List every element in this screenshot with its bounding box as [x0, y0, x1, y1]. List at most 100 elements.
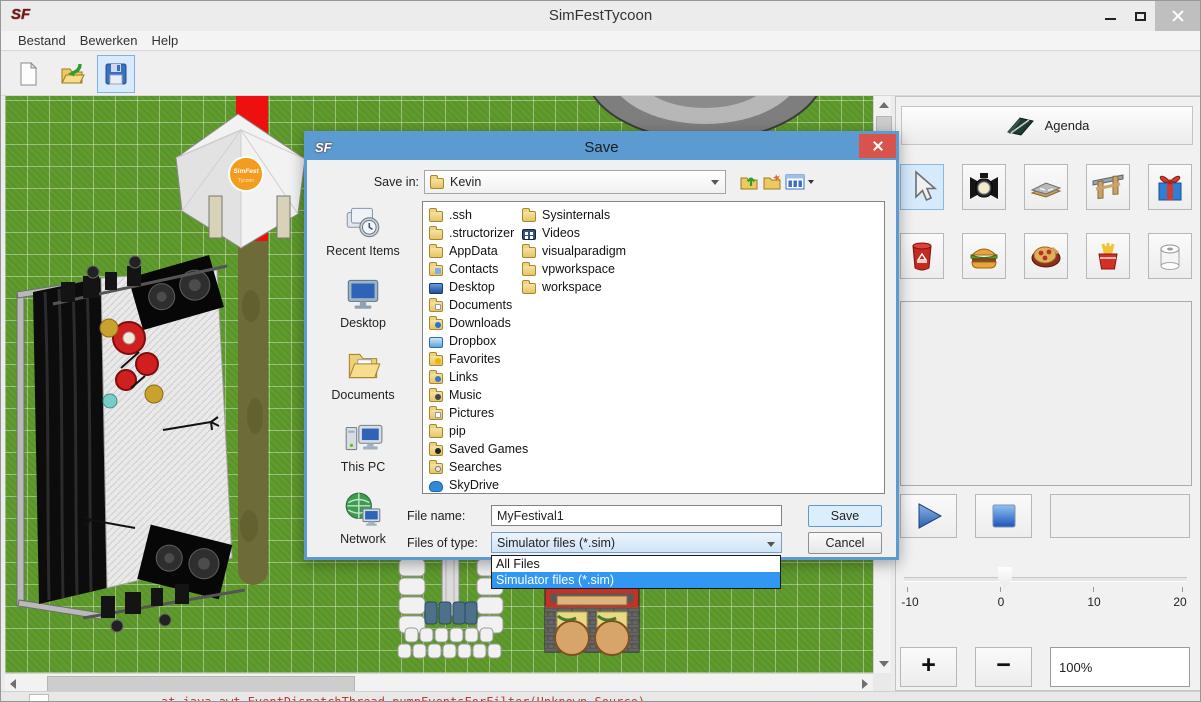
view-menu-icon [785, 172, 815, 192]
place-this-pc[interactable]: This PC [313, 412, 413, 479]
tool-wooden-gate[interactable] [1086, 164, 1130, 210]
new-folder-button[interactable] [762, 172, 782, 197]
console-stack-trace: at java.awt.EventDispatchThread.pumpEven… [161, 695, 645, 702]
cancel-button[interactable]: Cancel [808, 532, 882, 554]
save-button[interactable]: Save [808, 505, 882, 527]
new-folder-icon [762, 172, 782, 192]
file-item[interactable]: Downloads [429, 314, 528, 332]
file-item[interactable]: Links [429, 368, 528, 386]
file-item[interactable]: Favorites [429, 350, 528, 368]
play-button[interactable] [900, 494, 957, 538]
file-item[interactable]: SkyDrive [429, 476, 528, 494]
file-item[interactable]: Videos [522, 224, 626, 242]
close-button[interactable] [1155, 1, 1200, 31]
tool-road-tile[interactable] [1024, 164, 1068, 210]
file-item[interactable]: workspace [522, 278, 626, 296]
file-item[interactable]: Documents [429, 296, 528, 314]
dialog-close-button[interactable] [859, 134, 896, 158]
file-icon [522, 265, 536, 276]
dropdown-option-simulator-files[interactable]: Simulator files (*.sim) [492, 572, 780, 588]
file-item[interactable]: .ssh [429, 206, 528, 224]
tool-fries[interactable] [1086, 233, 1130, 279]
agenda-label: Agenda [1045, 118, 1090, 133]
tool-toilet-paper[interactable] [1148, 233, 1192, 279]
file-icon [522, 247, 536, 258]
tool-spotlight[interactable] [962, 164, 1006, 210]
slider-track[interactable] [904, 577, 1187, 582]
file-item[interactable]: Contacts [429, 260, 528, 278]
view-menu-button[interactable] [785, 172, 815, 197]
documents-icon [342, 346, 384, 386]
file-item[interactable]: Desktop [429, 278, 528, 296]
place-label: Documents [331, 388, 394, 402]
scroll-down-icon[interactable] [879, 661, 889, 667]
scroll-left-icon[interactable] [10, 679, 16, 689]
zoom-out-button[interactable]: − [975, 647, 1032, 687]
zoom-level-field[interactable]: 100% [1050, 647, 1190, 687]
dropdown-option-all-files[interactable]: All Files [492, 556, 780, 572]
dialog-title-bar[interactable]: SF Save [307, 134, 896, 160]
tick-label: 20 [1173, 595, 1186, 609]
scroll-right-icon[interactable] [862, 679, 868, 689]
file-item[interactable]: Music [429, 386, 528, 404]
maximize-button[interactable] [1125, 1, 1155, 31]
agenda-button[interactable]: Agenda [901, 106, 1193, 145]
title-bar: SF SimFestTycoon [1, 1, 1200, 32]
new-file-button[interactable] [9, 55, 47, 93]
dialog-title: Save [307, 139, 896, 156]
speed-slider[interactable]: -10 0 10 20 [904, 565, 1187, 613]
slider-thumb[interactable] [998, 567, 1012, 588]
trash-bin-icon [904, 238, 940, 274]
tool-hamburger[interactable] [962, 233, 1006, 279]
save-floppy-icon [102, 60, 130, 88]
tool-cursor[interactable] [900, 164, 944, 210]
file-icon [429, 319, 443, 330]
file-icon [522, 229, 536, 240]
up-one-level-button[interactable] [739, 172, 759, 197]
console-strip: at java.awt.EventDispatchThread.pumpEven… [1, 691, 1200, 702]
file-item[interactable]: Pictures [429, 404, 528, 422]
place-documents[interactable]: Documents [313, 340, 413, 407]
file-item[interactable]: .structorizer [429, 224, 528, 242]
tool-trash-bin[interactable] [900, 233, 944, 279]
file-item[interactable]: Searches [429, 458, 528, 476]
horizontal-scroll-thumb[interactable] [47, 676, 355, 692]
stop-button[interactable] [975, 494, 1032, 538]
tick-label: -10 [901, 595, 918, 609]
scroll-up-icon[interactable] [879, 102, 889, 108]
file-icon [429, 373, 443, 384]
canvas-horizontal-scrollbar[interactable] [5, 673, 873, 691]
file-list[interactable]: .ssh .structorizer AppData Contacts Desk… [422, 201, 885, 494]
menu-bewerken[interactable]: Bewerken [73, 33, 145, 48]
file-item[interactable]: Sysinternals [522, 206, 626, 224]
tool-pizza[interactable] [1024, 233, 1068, 279]
right-panel: Agenda [895, 96, 1201, 691]
zoom-in-button[interactable]: + [900, 647, 957, 687]
file-item[interactable]: Saved Games [429, 440, 528, 458]
tick-label: 10 [1087, 595, 1100, 609]
save-file-button[interactable] [97, 55, 135, 93]
stop-icon [990, 502, 1018, 530]
place-desktop[interactable]: Desktop [313, 268, 413, 335]
file-icon [429, 337, 443, 348]
recent-items-icon [342, 202, 384, 242]
file-item[interactable]: vpworkspace [522, 260, 626, 278]
gift-icon [1152, 169, 1188, 205]
place-recent-items[interactable]: Recent Items [313, 196, 413, 263]
file-item[interactable]: visualparadigm [522, 242, 626, 260]
menu-help[interactable]: Help [145, 33, 186, 48]
minimize-button[interactable] [1095, 1, 1125, 31]
file-item[interactable]: AppData [429, 242, 528, 260]
files-of-type-combobox[interactable]: Simulator files (*.sim) [491, 532, 782, 553]
tick-label: 0 [998, 595, 1005, 609]
tool-gift[interactable] [1148, 164, 1192, 210]
places-sidebar: Recent Items Desktop Documents [313, 196, 413, 556]
file-icon [429, 445, 443, 456]
file-icon [429, 409, 443, 420]
file-item[interactable]: pip [429, 422, 528, 440]
file-item[interactable]: Dropbox [429, 332, 528, 350]
open-file-button[interactable] [53, 55, 91, 93]
save-in-combobox[interactable]: Kevin [424, 170, 726, 194]
menu-bestand[interactable]: Bestand [11, 33, 73, 48]
file-name-input[interactable]: MyFestival1 [491, 505, 782, 526]
